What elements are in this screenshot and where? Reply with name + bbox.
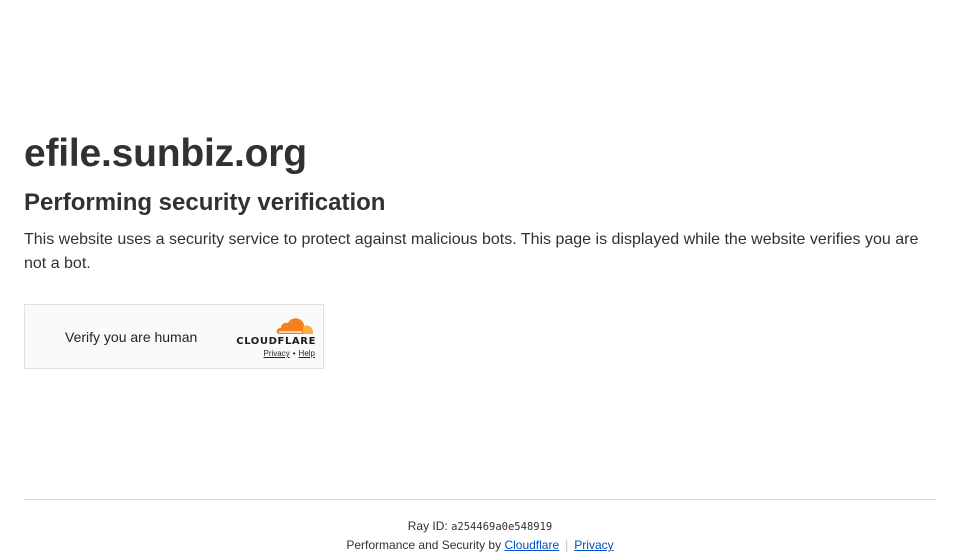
performance-text: Performance and Security by [346,538,502,552]
cloudflare-branding: CLOUDFLARE Privacy • Help [236,317,316,359]
page-description: This website uses a security service to … [24,231,919,272]
page-subtitle: Performing security verification [24,189,386,216]
main-content: efile.sunbiz.org Performing security ver… [24,130,936,276]
footer-separator: | [565,538,569,552]
cloudflare-cloud-icon [276,318,313,334]
widget-link-separator: • [292,349,296,358]
footer-divider [24,499,936,500]
footer: Ray ID: a254469a0e548919 Performance and… [0,517,960,554]
widget-privacy-link[interactable]: Privacy [264,349,290,358]
widget-links: Privacy • Help [264,349,316,358]
performance-line: Performance and Security by Cloudflare | P… [0,536,960,554]
widget-help-link[interactable]: Help [299,349,315,358]
cloudflare-link[interactable]: Cloudflare [504,538,559,552]
ray-id: Ray ID: a254469a0e548919 [0,517,960,536]
cloudflare-wordmark: CLOUDFLARE [236,336,316,347]
footer-privacy-link[interactable]: Privacy [574,538,613,552]
ray-id-value: a254469a0e548919 [451,521,553,533]
turnstile-widget[interactable]: Verify you are human CLOUDFLARE Privacy •… [24,304,324,369]
ray-id-label: Ray ID: [407,519,448,533]
verify-label[interactable]: Verify you are human [65,328,197,346]
site-title: efile.sunbiz.org [24,132,307,175]
